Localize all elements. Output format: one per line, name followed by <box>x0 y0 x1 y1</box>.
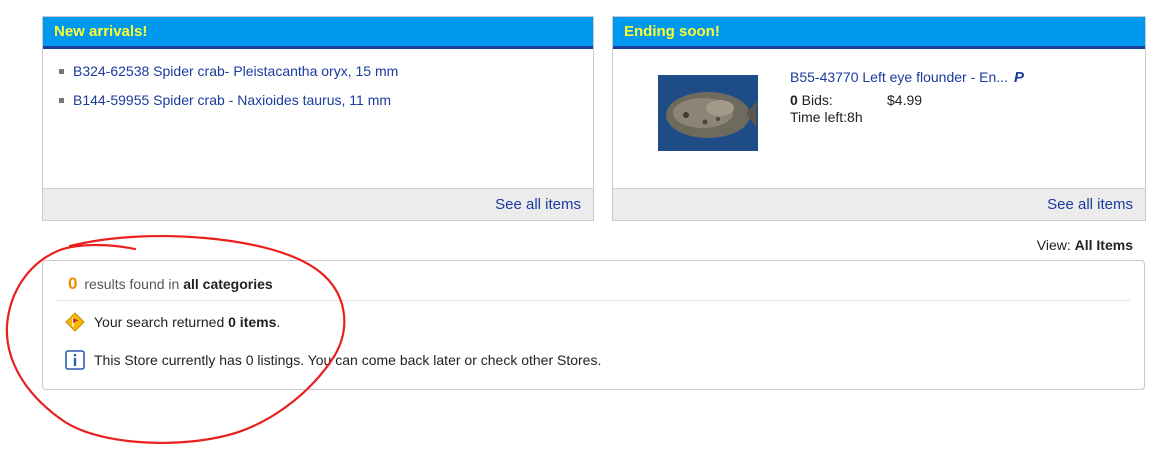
arrival-item-link[interactable]: B324-62538 Spider crab- Pleistacantha or… <box>73 63 398 79</box>
view-selector: View: All Items <box>1037 237 1133 253</box>
ending-item-title-link[interactable]: B55-43770 Left eye flounder - En... <box>790 69 1008 85</box>
see-all-items-link[interactable]: See all items <box>1047 196 1133 213</box>
results-box: 0 results found in all categories Your s… <box>42 260 1145 390</box>
paypal-icon: P <box>1013 69 1024 86</box>
search-result-message: Your search returned 0 items. <box>65 312 280 335</box>
bullet-icon <box>59 98 64 103</box>
view-value[interactable]: All Items <box>1075 237 1133 253</box>
list-item: B324-62538 Spider crab- Pleistacantha or… <box>59 63 593 92</box>
ending-soon-panel: Ending soon! B55-43770 Left eye flounder… <box>612 16 1146 221</box>
bids-label: Bids: <box>797 92 833 108</box>
ending-soon-footer: See all items <box>613 188 1145 220</box>
new-arrivals-footer: See all items <box>43 188 593 220</box>
bids-count: 0 <box>790 92 798 108</box>
list-item: B144-59955 Spider crab - Naxioides tauru… <box>59 92 593 121</box>
results-text: results found in <box>84 276 184 292</box>
new-arrivals-panel: New arrivals! B324-62538 Spider crab- Pl… <box>42 16 594 221</box>
new-arrivals-title: New arrivals! <box>43 17 593 49</box>
ending-soon-title: Ending soon! <box>613 17 1145 49</box>
price: $4.99 <box>887 92 923 108</box>
results-summary: 0 results found in all categories <box>68 274 273 294</box>
view-label: View: <box>1036 237 1075 253</box>
ending-item-info: B55-43770 Left eye flounder - En... P 0 B… <box>790 69 1090 125</box>
search-message-count: 0 items <box>228 314 277 331</box>
ending-item-title-row: B55-43770 Left eye flounder - En... P <box>790 69 1090 86</box>
time-left: Time left:8h <box>790 109 863 125</box>
store-message-text: This Store currently has 0 listings. You… <box>94 352 602 369</box>
divider <box>57 300 1130 301</box>
see-all-items-link[interactable]: See all items <box>495 196 581 213</box>
bids-row: 0 Bids: $4.99 <box>790 92 1090 108</box>
results-count: 0 <box>68 274 78 293</box>
new-arrivals-list: B324-62538 Spider crab- Pleistacantha or… <box>43 49 593 121</box>
search-message-post: . <box>276 314 281 331</box>
info-icon <box>65 350 85 373</box>
arrival-item-link[interactable]: B144-59955 Spider crab - Naxioides tauru… <box>73 92 391 108</box>
search-message-pre: Your search returned <box>94 314 229 331</box>
results-scope: all categories <box>183 276 273 292</box>
alert-flag-icon <box>65 312 85 335</box>
bullet-icon <box>59 69 64 74</box>
store-info-message: This Store currently has 0 listings. You… <box>65 350 601 373</box>
flounder-photo[interactable] <box>658 75 758 151</box>
bids-label-wrap: 0 Bids: <box>790 92 887 108</box>
